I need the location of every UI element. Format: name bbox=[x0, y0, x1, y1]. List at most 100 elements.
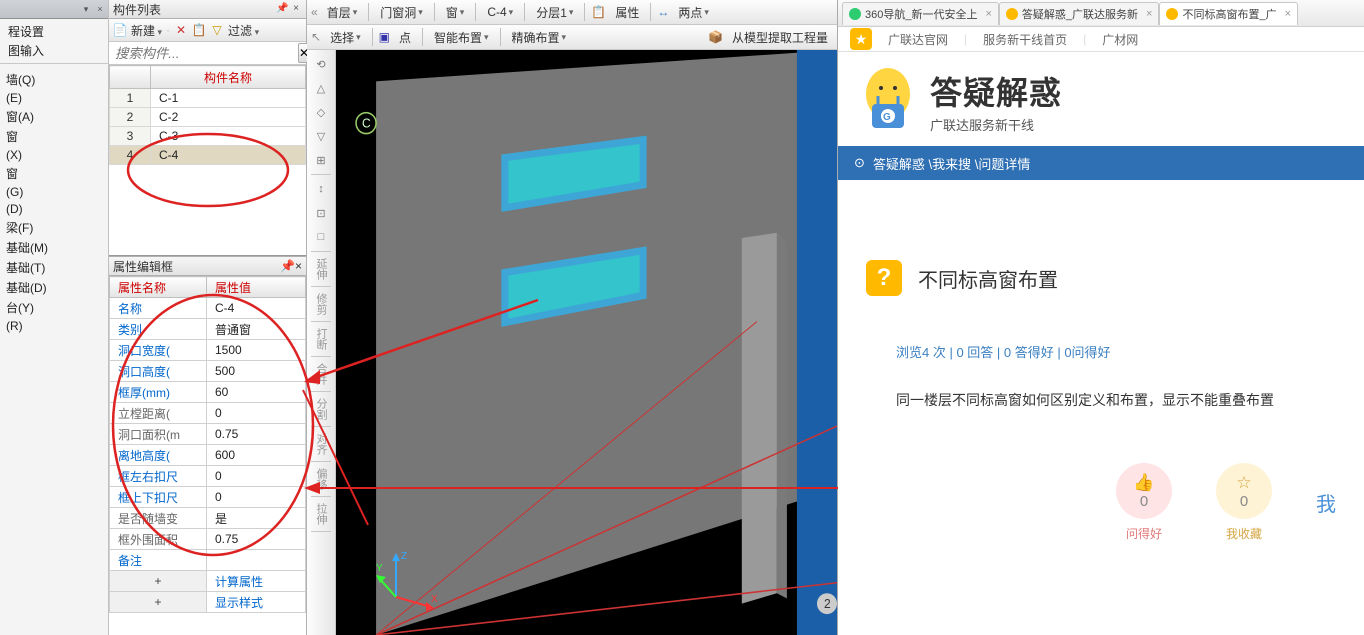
property-row[interactable]: 名称C-4 bbox=[110, 298, 306, 319]
property-row[interactable]: 洞口面积(m0.75 bbox=[110, 424, 306, 445]
vtool-icon[interactable]: ↕ bbox=[309, 177, 333, 201]
like-button[interactable]: 👍0 问得好 bbox=[1116, 463, 1172, 542]
vtool-icon[interactable]: △ bbox=[309, 76, 333, 100]
item-select[interactable]: C-4 bbox=[482, 2, 518, 22]
outline-item[interactable]: (G) bbox=[6, 185, 102, 199]
property-row[interactable]: 洞口宽度(1500 bbox=[110, 340, 306, 361]
property-button[interactable]: 属性 bbox=[610, 2, 644, 22]
vtool-action[interactable]: 延伸 bbox=[313, 254, 329, 284]
search-input[interactable] bbox=[111, 44, 298, 63]
vtool-action[interactable]: 对齐 bbox=[313, 429, 329, 459]
select-tool[interactable]: 选择 bbox=[325, 27, 366, 47]
outline-item[interactable]: 基础(D) bbox=[6, 279, 102, 296]
location-icon: ⊙ bbox=[854, 155, 865, 171]
outline-item[interactable]: 窗(A) bbox=[6, 108, 102, 125]
outline-item[interactable]: (E) bbox=[6, 91, 102, 105]
svg-text:G: G bbox=[883, 112, 891, 123]
vtool-icon[interactable]: ▽ bbox=[309, 124, 333, 148]
browser-tab[interactable]: 答疑解惑_广联达服务新× bbox=[999, 2, 1160, 25]
vtool-icon[interactable]: ⟲ bbox=[309, 52, 333, 76]
outline-item[interactable]: (X) bbox=[6, 148, 102, 162]
filter-button[interactable]: 过滤 bbox=[228, 22, 259, 39]
outline-item[interactable]: (D) bbox=[6, 202, 102, 216]
favicon-icon bbox=[1166, 8, 1178, 20]
close-icon[interactable]: × bbox=[94, 3, 106, 15]
type-select[interactable]: 窗 bbox=[441, 2, 470, 22]
property-row[interactable]: 是否随墙变是 bbox=[110, 508, 306, 529]
star-icon[interactable]: ★ bbox=[850, 28, 872, 50]
outline-item[interactable]: (R) bbox=[6, 319, 102, 333]
property-row[interactable]: 立樘距离(0 bbox=[110, 403, 306, 424]
close-icon[interactable]: × bbox=[290, 3, 302, 15]
3d-viewport[interactable]: C 2 Z X Y bbox=[336, 50, 837, 635]
table-row[interactable]: 1C-1 bbox=[110, 89, 306, 108]
vtool-action[interactable]: 分割 bbox=[313, 394, 329, 424]
property-row[interactable]: 框厚(mm)60 bbox=[110, 382, 306, 403]
pin-icon[interactable]: ▾ bbox=[80, 3, 92, 15]
fav-link[interactable]: 广材网 bbox=[1102, 31, 1138, 48]
vtool-icon[interactable]: ⊞ bbox=[309, 148, 333, 172]
col-name[interactable]: 构件名称 bbox=[151, 66, 306, 89]
property-row[interactable]: 洞口高度(500 bbox=[110, 361, 306, 382]
expand-calc[interactable]: 计算属性 bbox=[207, 571, 306, 592]
outline-item[interactable]: 台(Y) bbox=[6, 299, 102, 316]
vtool-icon[interactable]: □ bbox=[309, 225, 333, 249]
property-row[interactable]: 框外围面积0.75 bbox=[110, 529, 306, 550]
property-table[interactable]: 属性名称属性值 名称C-4类别普通窗洞口宽度(1500洞口高度(500框厚(mm… bbox=[109, 276, 306, 613]
favicon-icon bbox=[1006, 8, 1018, 20]
outline-item[interactable]: 窗 bbox=[6, 128, 102, 145]
close-icon[interactable]: × bbox=[1285, 8, 1291, 20]
fav-link[interactable]: 服务新干线首页 bbox=[983, 31, 1067, 48]
property-row[interactable]: 框上下扣尺0 bbox=[110, 487, 306, 508]
table-row[interactable]: 4C-4 bbox=[110, 146, 306, 165]
outline-item[interactable]: 窗 bbox=[6, 165, 102, 182]
favorite-button[interactable]: ☆0 我收藏 bbox=[1216, 463, 1272, 542]
table-row[interactable]: 3C-3 bbox=[110, 127, 306, 146]
cfg-line[interactable]: 程设置 bbox=[8, 23, 104, 40]
group-select[interactable]: 门窗洞 bbox=[375, 2, 428, 22]
outline-item[interactable]: 梁(F) bbox=[6, 219, 102, 236]
layer-select[interactable]: 分层1 bbox=[531, 2, 578, 22]
fav-link[interactable]: 广联达官网 bbox=[888, 31, 948, 48]
copy-icon[interactable]: 📋 bbox=[192, 23, 206, 37]
delete-icon[interactable]: ✕ bbox=[174, 23, 188, 37]
new-icon[interactable]: 📄 bbox=[113, 23, 127, 37]
property-row[interactable]: 类别普通窗 bbox=[110, 319, 306, 340]
new-button[interactable]: 新建 bbox=[131, 22, 162, 39]
vtool-action[interactable]: 修剪 bbox=[313, 289, 329, 319]
property-row[interactable]: 备注 bbox=[110, 550, 306, 571]
pin-icon[interactable]: 📌 bbox=[280, 259, 295, 273]
vtool-action[interactable]: 拉伸 bbox=[313, 499, 329, 529]
pin-icon[interactable]: 📌 bbox=[276, 3, 288, 15]
vtool-icon[interactable]: ⊡ bbox=[309, 201, 333, 225]
outline-item[interactable]: 基础(M) bbox=[6, 239, 102, 256]
more-action[interactable]: 我 bbox=[1316, 488, 1336, 517]
cfg-line[interactable]: 图输入 bbox=[8, 42, 104, 59]
outline-item[interactable]: 基础(T) bbox=[6, 259, 102, 276]
browser-tab[interactable]: 360导航_新一代安全上× bbox=[842, 2, 999, 25]
question-title: 不同标高窗布置 bbox=[918, 264, 1058, 293]
breadcrumb[interactable]: ⊙ 答疑解惑 \我来搜 \问题详情 bbox=[838, 146, 1364, 180]
close-icon[interactable]: × bbox=[1146, 8, 1152, 20]
property-row[interactable]: 框左右扣尺0 bbox=[110, 466, 306, 487]
browser-tab[interactable]: 不同标高窗布置_广× bbox=[1159, 2, 1298, 25]
vtool-icon[interactable]: ◇ bbox=[309, 100, 333, 124]
property-row[interactable]: 离地高度(600 bbox=[110, 445, 306, 466]
smart-layout[interactable]: 智能布置 bbox=[429, 27, 494, 47]
precise-layout[interactable]: 精确布置 bbox=[507, 27, 572, 47]
svg-text:Y: Y bbox=[376, 563, 383, 574]
points-button[interactable]: 两点 bbox=[673, 2, 714, 22]
vtool-action[interactable]: 合并 bbox=[313, 359, 329, 389]
component-table[interactable]: 构件名称 1C-12C-23C-34C-4 bbox=[109, 65, 306, 165]
expand-display[interactable]: 显示样式 bbox=[207, 592, 306, 613]
vtool-action[interactable]: 打断 bbox=[313, 324, 329, 354]
point-tool[interactable]: 点 bbox=[394, 27, 416, 47]
table-row[interactable]: 2C-2 bbox=[110, 108, 306, 127]
outline-item[interactable]: 墙(Q) bbox=[6, 71, 102, 88]
filter-icon[interactable]: ▽ bbox=[210, 23, 224, 37]
floor-select[interactable]: 首层 bbox=[322, 2, 363, 22]
extract-button[interactable]: 从模型提取工程量 bbox=[727, 27, 833, 47]
close-icon[interactable]: × bbox=[985, 8, 991, 20]
vtool-action[interactable]: 偏移 bbox=[313, 464, 329, 494]
close-icon[interactable]: × bbox=[295, 259, 302, 273]
